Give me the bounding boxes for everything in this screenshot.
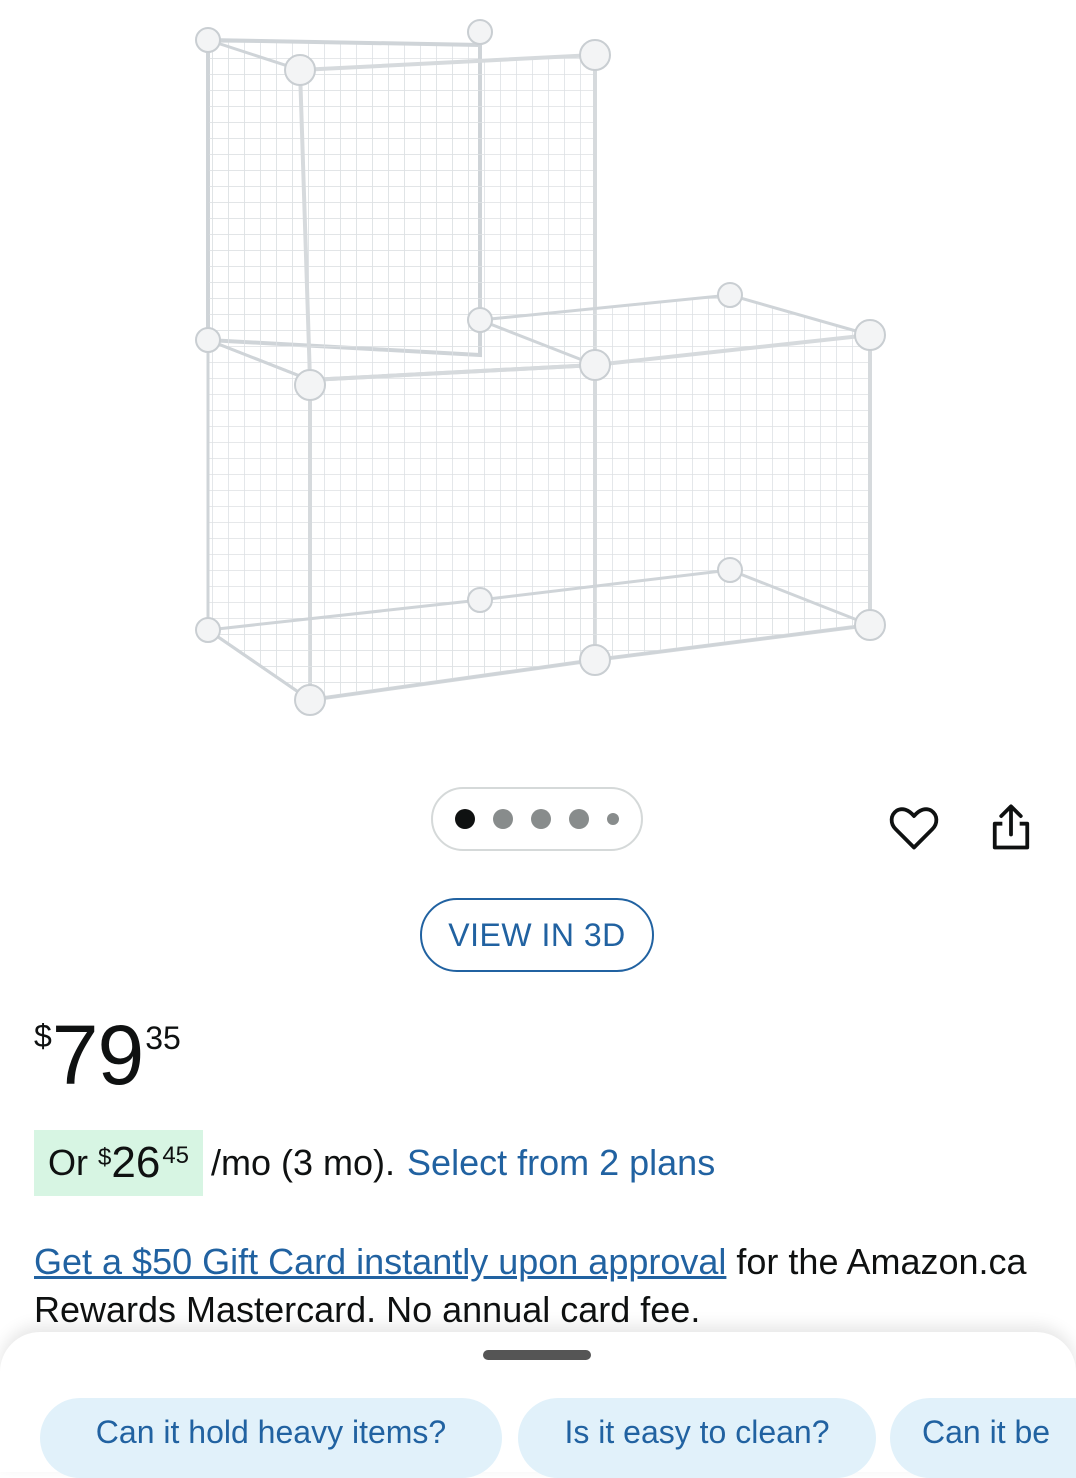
- question-chip-label: Can it be: [922, 1414, 1051, 1450]
- share-button[interactable]: [983, 798, 1039, 858]
- heart-icon: [889, 807, 939, 850]
- carousel-dot[interactable]: [607, 813, 619, 825]
- installment-currency: $: [98, 1144, 112, 1171]
- carousel-dot[interactable]: [493, 809, 513, 829]
- carousel-dot[interactable]: [569, 809, 589, 829]
- installment-prefix: Or: [48, 1142, 88, 1183]
- price-fraction: 35: [145, 1020, 181, 1056]
- installment-whole: 26: [111, 1138, 161, 1187]
- gift-card-link[interactable]: Get a $50 Gift Card instantly upon appro…: [34, 1241, 726, 1282]
- price-whole: 79: [51, 1008, 144, 1102]
- sheet-drag-handle[interactable]: [483, 1350, 591, 1360]
- installment-suffix: /mo (3 mo).: [211, 1142, 396, 1183]
- view-in-3d-button[interactable]: VIEW IN 3D: [420, 898, 654, 972]
- carousel-dot[interactable]: [455, 809, 475, 829]
- share-icon: [992, 804, 1030, 850]
- product-image-graphic: [195, 19, 886, 716]
- wishlist-button[interactable]: [886, 798, 942, 858]
- installment-badge: Or $ 26 45: [34, 1130, 204, 1196]
- credit-card-promo: Get a $50 Gift Card instantly upon appro…: [34, 1238, 1044, 1334]
- question-chip[interactable]: Can it hold heavy items?: [40, 1398, 502, 1478]
- product-price: $ 79 35: [34, 1010, 181, 1100]
- installment-offer: Or $ 26 45 /mo (3 mo). Select from 2 pla…: [34, 1130, 715, 1196]
- product-image[interactable]: [180, 10, 900, 730]
- image-carousel-indicator[interactable]: [431, 787, 643, 851]
- view-in-3d-label: VIEW IN 3D: [448, 916, 626, 953]
- question-chip-label: Can it hold heavy items?: [95, 1414, 447, 1450]
- price-currency: $: [34, 1018, 52, 1054]
- question-chip[interactable]: Can it be: [890, 1398, 1076, 1478]
- ask-questions-sheet[interactable]: Can it hold heavy items? Is it easy to c…: [0, 1332, 1076, 1478]
- suggested-questions: Can it hold heavy items? Is it easy to c…: [0, 1398, 1076, 1478]
- select-plans-link[interactable]: Select from 2 plans: [407, 1142, 715, 1184]
- question-chip[interactable]: Is it easy to clean?: [518, 1398, 876, 1478]
- installment-fraction: 45: [162, 1142, 190, 1169]
- question-chip-label: Is it easy to clean?: [564, 1414, 830, 1450]
- carousel-dot[interactable]: [531, 809, 551, 829]
